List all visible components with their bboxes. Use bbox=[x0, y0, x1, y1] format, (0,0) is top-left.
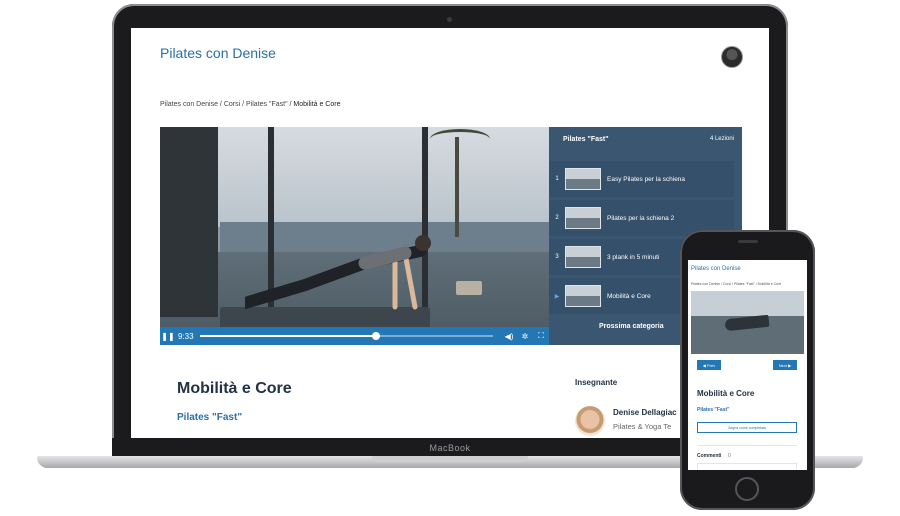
next-category-button[interactable]: Prossima categoria bbox=[599, 323, 664, 330]
teacher-avatar bbox=[575, 406, 605, 436]
playlist-item-thumbnail bbox=[565, 285, 601, 307]
playlist-count: 4 Lezioni bbox=[709, 136, 734, 142]
mobile-next-button[interactable]: Next ▶ bbox=[773, 360, 797, 370]
playlist-item-thumbnail bbox=[565, 246, 601, 268]
playlist-item-number: 1 bbox=[555, 176, 559, 182]
lesson-title: Mobilità e Core bbox=[177, 380, 292, 397]
video-controls: ❚❚ 9:33 ◀) ✲ ⛶ bbox=[160, 327, 549, 345]
mobile-divider bbox=[697, 445, 797, 446]
laptop-camera bbox=[447, 17, 452, 22]
site-title-link[interactable]: Pilates con Denise bbox=[160, 45, 276, 61]
mobile-video-player[interactable] bbox=[691, 291, 804, 354]
teacher-section-label: Insegnante bbox=[575, 378, 618, 387]
playlist-item-thumbnail bbox=[565, 168, 601, 190]
playlist-title: Pilates "Fast" bbox=[563, 136, 609, 143]
video-progress-fill bbox=[199, 335, 376, 337]
mobile-breadcrumb: Pilates con Denise / Corsi / Pilates "Fa… bbox=[691, 282, 782, 286]
course-link[interactable]: Pilates "Fast" bbox=[177, 412, 242, 423]
video-scrubber-handle[interactable] bbox=[371, 332, 380, 340]
mobile-lesson-title: Mobilità e Core bbox=[697, 389, 755, 398]
mobile-course-link[interactable]: Pilates "Fast" bbox=[697, 407, 730, 413]
mobile-comments-label: Commenti bbox=[697, 453, 722, 459]
playlist-item-thumbnail bbox=[565, 207, 601, 229]
mobile-site-title[interactable]: Pilates con Denise bbox=[691, 266, 741, 272]
breadcrumb-courses[interactable]: Corsi bbox=[224, 101, 240, 108]
teacher-name[interactable]: Denise Dellagiac bbox=[613, 408, 677, 417]
play-icon: ▶ bbox=[554, 293, 560, 300]
video-progress-bar[interactable] bbox=[199, 332, 493, 340]
mobile-video-instructor bbox=[724, 314, 770, 332]
mockup-stage: MacBook Pilates con Denise Pilates con D… bbox=[0, 0, 900, 516]
teacher-role: Pilates & Yoga Te bbox=[613, 422, 672, 431]
desktop-screen: Pilates con Denise Pilates con Denise / … bbox=[131, 28, 769, 438]
video-frame-instructor bbox=[245, 235, 431, 310]
playlist-item[interactable]: 1 Easy Pilates per la schiena bbox=[549, 161, 734, 197]
breadcrumb-current: Mobilità e Core bbox=[293, 101, 341, 108]
phone-speaker bbox=[738, 240, 758, 243]
mobile-prev-button[interactable]: ◀ Prev bbox=[697, 360, 721, 370]
video-player[interactable]: ❚❚ 9:33 ◀) ✲ ⛶ bbox=[160, 127, 549, 345]
playlist-item-label: Mobilità e Core bbox=[607, 292, 651, 300]
breadcrumb: Pilates con Denise / Corsi / Pilates "Fa… bbox=[160, 101, 340, 108]
mobile-screen: Pilates con Denise Pilates con Denise / … bbox=[688, 260, 807, 470]
phone-home-button bbox=[735, 477, 759, 501]
volume-icon[interactable]: ◀) bbox=[501, 332, 517, 341]
mark-complete-button[interactable]: Segna come completata bbox=[697, 422, 797, 433]
video-time: 9:33 bbox=[178, 331, 194, 341]
playlist-item-number: 2 bbox=[555, 215, 559, 221]
video-frame-yoga-block bbox=[456, 281, 482, 295]
video-frame-palm bbox=[455, 137, 459, 237]
playlist-item-number: 3 bbox=[555, 254, 559, 260]
mobile-comment-input[interactable] bbox=[697, 463, 797, 470]
laptop-notch bbox=[372, 456, 528, 462]
playlist-item-label: Easy Pilates per la schiena bbox=[607, 175, 686, 183]
video-frame-palm-leaves bbox=[430, 129, 490, 149]
playlist-item-label: 3 plank in 5 minuti bbox=[607, 253, 660, 261]
video-frame-sky bbox=[160, 127, 549, 227]
user-avatar[interactable] bbox=[721, 46, 743, 68]
mobile-comments-count: 0 bbox=[728, 453, 731, 459]
settings-icon[interactable]: ✲ bbox=[517, 332, 533, 341]
pause-icon[interactable]: ❚❚ bbox=[160, 332, 176, 341]
breadcrumb-home[interactable]: Pilates con Denise bbox=[160, 101, 218, 108]
playlist-header: Pilates "Fast" 4 Lezioni bbox=[549, 127, 742, 153]
breadcrumb-course[interactable]: Pilates "Fast" bbox=[246, 101, 288, 108]
playlist-item-label: Pilates per la schiena 2 bbox=[607, 214, 675, 222]
video-frame-wall bbox=[160, 127, 218, 317]
fullscreen-icon[interactable]: ⛶ bbox=[533, 331, 549, 341]
